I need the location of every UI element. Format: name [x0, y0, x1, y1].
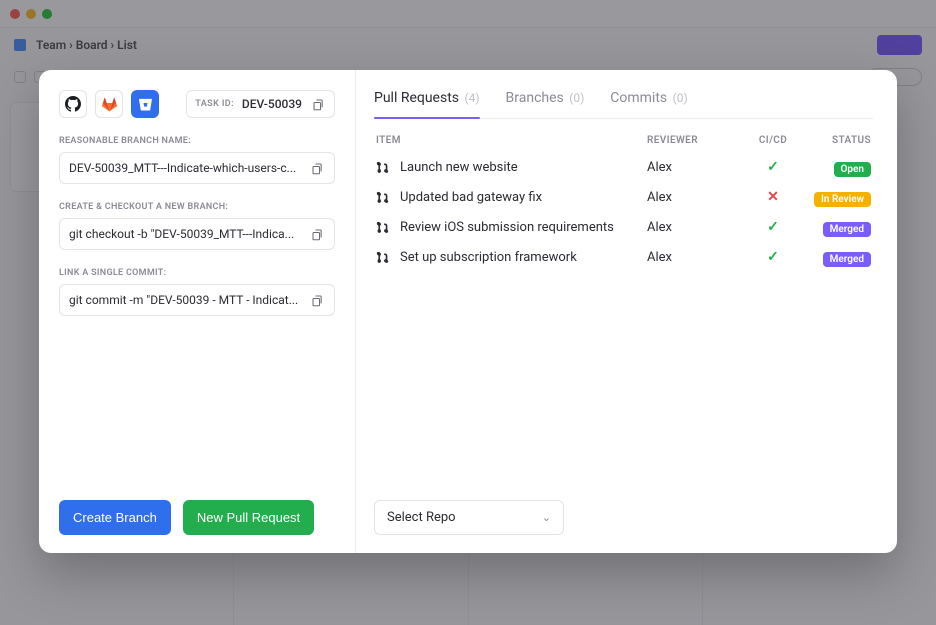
branch-name-label: REASONABLE BRANCH NAME: — [59, 136, 335, 146]
copy-icon — [311, 162, 324, 175]
tabs: Pull Requests (4) Branches (0) Commits (… — [374, 90, 873, 119]
copy-task-id-button[interactable] — [310, 96, 326, 112]
bitbucket-icon — [139, 98, 152, 111]
pr-reviewer: Alex — [647, 190, 747, 205]
gitlab-icon — [102, 97, 117, 112]
action-row: Create Branch New Pull Request — [59, 500, 335, 535]
tab-pull-requests-label: Pull Requests — [374, 90, 459, 106]
pr-title: Review iOS submission requirements — [400, 220, 647, 235]
select-repo-label: Select Repo — [387, 510, 456, 525]
ci-pass-icon: ✓ — [747, 219, 799, 235]
pr-title: Updated bad gateway fix — [400, 190, 647, 205]
create-branch-button[interactable]: Create Branch — [59, 500, 171, 535]
checkout-label: CREATE & CHECKOUT A NEW BRANCH: — [59, 202, 335, 212]
pr-status: In Review — [799, 187, 871, 207]
pr-status: Merged — [799, 247, 871, 267]
chevron-down-icon: ⌄ — [542, 511, 551, 524]
checkout-field[interactable]: git checkout -b "DEV-50039_MTT---Indica.… — [59, 218, 335, 250]
ci-fail-icon: ✕ — [747, 189, 799, 205]
copy-checkout-button[interactable] — [309, 226, 325, 242]
table-header: ITEM REVIEWER CI/CD STATUS — [374, 135, 873, 146]
th-reviewer: REVIEWER — [647, 135, 747, 146]
status-badge: Merged — [823, 222, 871, 237]
tab-pull-requests-count: (4) — [465, 91, 480, 105]
pr-reviewer: Alex — [647, 160, 747, 175]
commit-field[interactable]: git commit -m "DEV-50039 - MTT - Indicat… — [59, 284, 335, 316]
pr-reviewer: Alex — [647, 220, 747, 235]
github-icon — [65, 96, 81, 112]
new-pull-request-button[interactable]: New Pull Request — [183, 500, 314, 535]
commit-value: git commit -m "DEV-50039 - MTT - Indicat… — [69, 293, 301, 307]
table-row[interactable]: Updated bad gateway fixAlex✕ In Review — [374, 182, 873, 212]
tab-commits-label: Commits — [610, 90, 667, 106]
ci-pass-icon: ✓ — [747, 159, 799, 175]
pr-status: Merged — [799, 217, 871, 237]
task-id-label: TASK ID: — [195, 99, 234, 109]
copy-icon — [311, 228, 324, 241]
branch-name-value: DEV-50039_MTT---Indicate-which-users-c..… — [69, 161, 301, 175]
table-row[interactable]: Launch new websiteAlex✓ Open — [374, 152, 873, 182]
select-repo-dropdown[interactable]: Select Repo ⌄ — [374, 500, 564, 535]
right-pane: Pull Requests (4) Branches (0) Commits (… — [356, 70, 897, 553]
table-body: Launch new websiteAlex✓OpenUpdated bad g… — [374, 152, 873, 272]
pr-status: Open — [799, 157, 871, 177]
pr-title: Set up subscription framework — [400, 250, 647, 265]
task-id-value: DEV-50039 — [242, 97, 302, 111]
status-badge: Open — [834, 162, 872, 177]
pull-request-icon — [376, 161, 390, 174]
copy-icon — [312, 98, 325, 111]
ci-pass-icon: ✓ — [747, 249, 799, 265]
tab-branches-label: Branches — [506, 90, 564, 106]
table-row[interactable]: Review iOS submission requirementsAlex✓ M… — [374, 212, 873, 242]
tab-pull-requests[interactable]: Pull Requests (4) — [374, 90, 480, 118]
bitbucket-provider-button[interactable] — [131, 90, 159, 118]
pull-request-icon — [376, 251, 390, 264]
status-badge: In Review — [814, 192, 871, 207]
tab-branches[interactable]: Branches (0) — [506, 90, 585, 118]
left-pane: TASK ID: DEV-50039 REASONABLE BRANCH NAM… — [39, 70, 356, 553]
pull-request-icon — [376, 191, 390, 204]
copy-branch-name-button[interactable] — [309, 160, 325, 176]
table-row[interactable]: Set up subscription frameworkAlex✓ Merged — [374, 242, 873, 272]
pr-title: Launch new website — [400, 160, 647, 175]
task-id-box: TASK ID: DEV-50039 — [186, 90, 335, 118]
commit-label: LINK A SINGLE COMMIT: — [59, 268, 335, 278]
branch-name-field[interactable]: DEV-50039_MTT---Indicate-which-users-c..… — [59, 152, 335, 184]
tab-commits-count: (0) — [673, 91, 688, 105]
th-item: ITEM — [376, 135, 647, 146]
copy-commit-button[interactable] — [309, 292, 325, 308]
th-cicd: CI/CD — [747, 135, 799, 146]
git-modal: TASK ID: DEV-50039 REASONABLE BRANCH NAM… — [39, 70, 897, 553]
gitlab-provider-button[interactable] — [95, 90, 123, 118]
provider-row: TASK ID: DEV-50039 — [59, 90, 335, 118]
pr-reviewer: Alex — [647, 250, 747, 265]
copy-icon — [311, 294, 324, 307]
tab-branches-count: (0) — [569, 91, 584, 105]
pull-request-icon — [376, 221, 390, 234]
tab-commits[interactable]: Commits (0) — [610, 90, 687, 118]
status-badge: Merged — [823, 252, 871, 267]
github-provider-button[interactable] — [59, 90, 87, 118]
checkout-value: git checkout -b "DEV-50039_MTT---Indica.… — [69, 227, 301, 241]
th-status: STATUS — [799, 135, 871, 146]
